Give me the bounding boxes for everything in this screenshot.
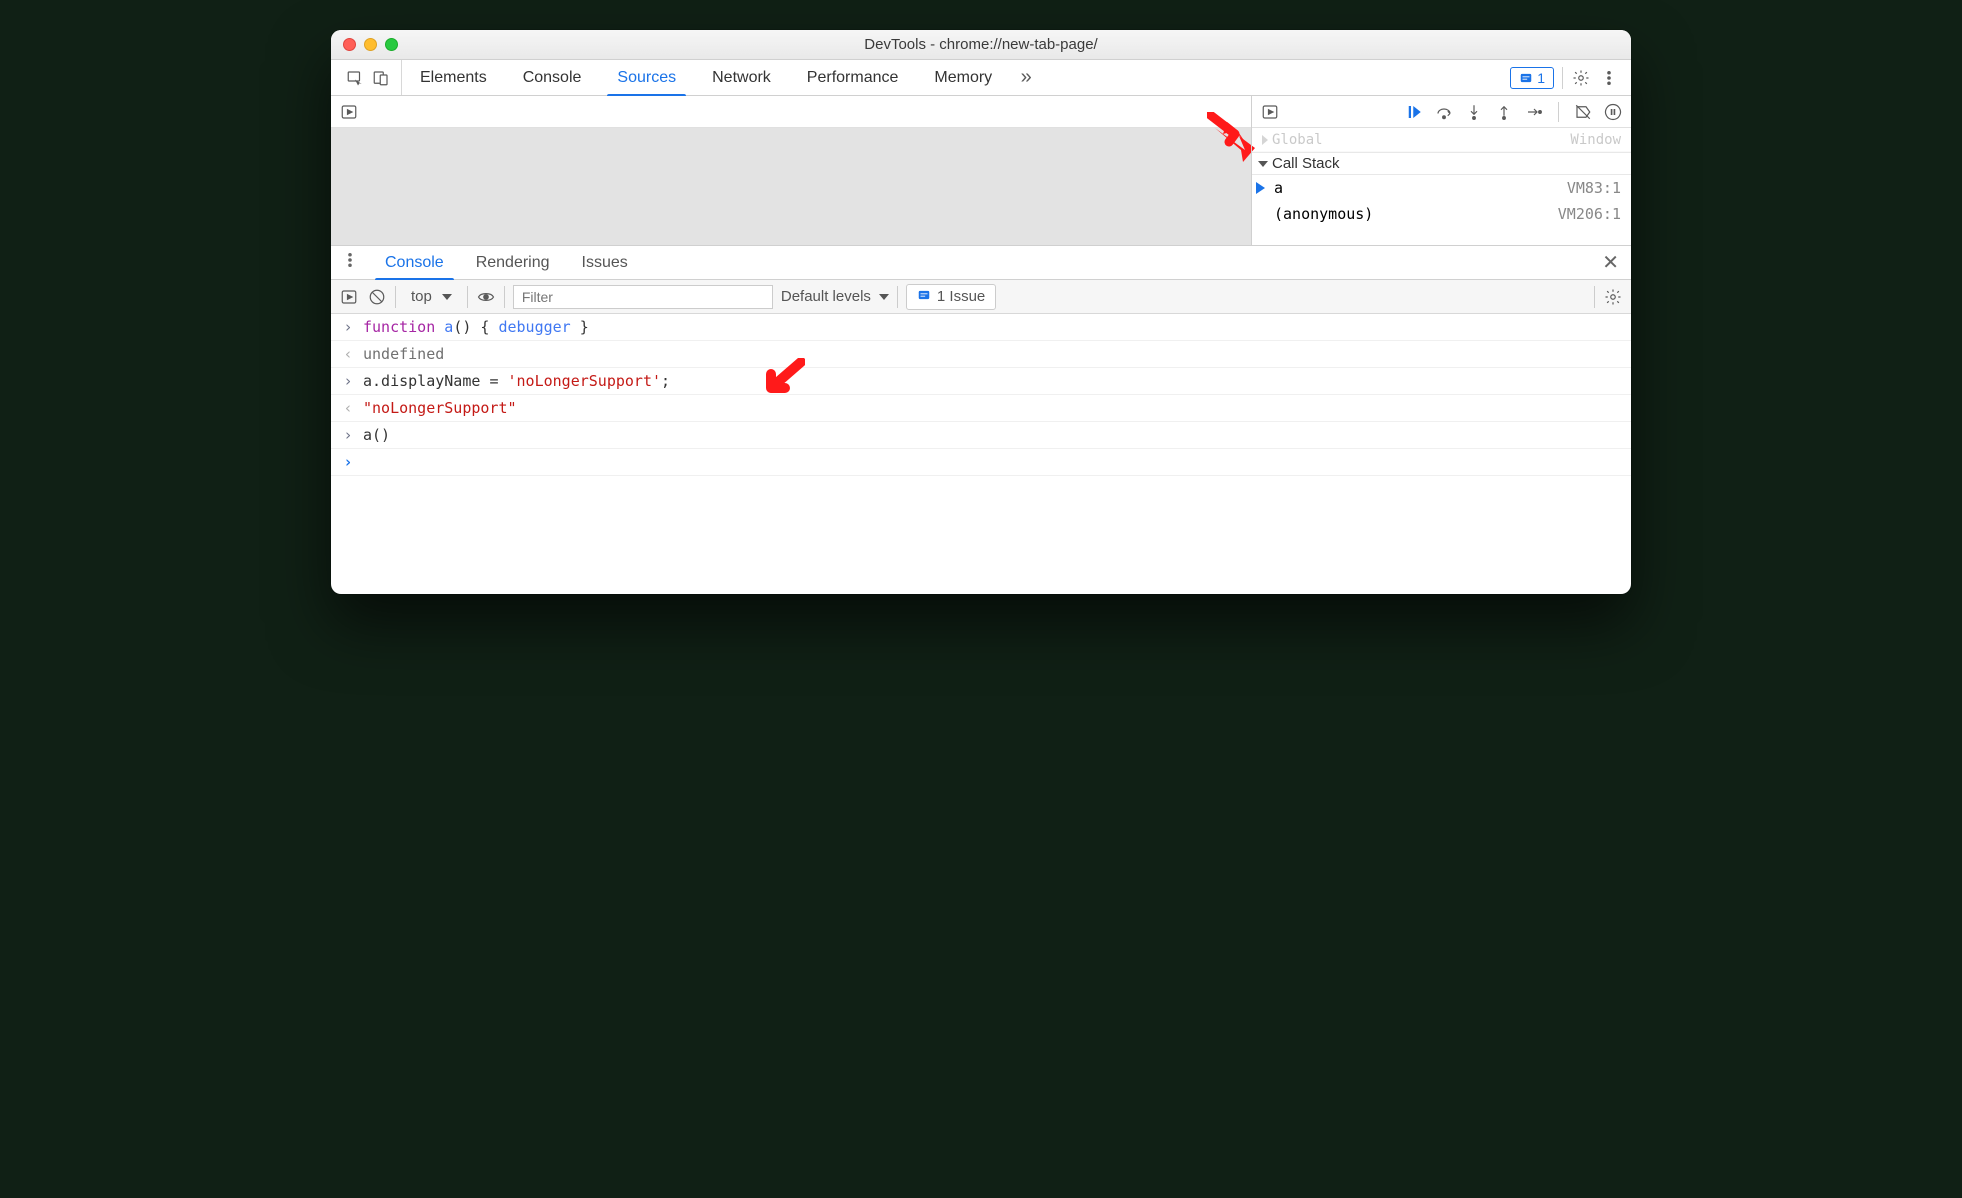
toggle-sidebar-icon[interactable] bbox=[1260, 102, 1280, 122]
frame-location: VM83:1 bbox=[1567, 179, 1621, 197]
live-expression-icon[interactable] bbox=[476, 287, 496, 307]
resume-script-icon[interactable] bbox=[1404, 102, 1424, 122]
drawer-tab-console[interactable]: Console bbox=[369, 246, 460, 279]
sources-editor-area bbox=[331, 96, 1251, 245]
call-stack-header[interactable]: Call Stack bbox=[1252, 152, 1631, 175]
main-tab-console[interactable]: Console bbox=[505, 60, 600, 95]
drawer-tab-rendering[interactable]: Rendering bbox=[460, 246, 566, 279]
context-label: top bbox=[411, 288, 432, 305]
console-code: undefined bbox=[363, 345, 444, 363]
console-line-prompt[interactable]: › bbox=[331, 449, 1631, 476]
step-over-icon[interactable] bbox=[1434, 102, 1454, 122]
pause-on-exceptions-icon[interactable] bbox=[1603, 102, 1623, 122]
step-out-icon[interactable] bbox=[1494, 102, 1514, 122]
step-icon[interactable] bbox=[1524, 102, 1544, 122]
drawer-tab-strip: ConsoleRenderingIssues ✕ bbox=[331, 246, 1631, 280]
devtools-window: DevTools - chrome://new-tab-page/ Elemen… bbox=[331, 30, 1631, 594]
console-code: a.displayName = 'noLongerSupport'; bbox=[363, 372, 670, 390]
console-gutter-icon: › bbox=[341, 318, 355, 336]
console-sidebar-toggle-icon[interactable] bbox=[339, 287, 359, 307]
main-tab-network[interactable]: Network bbox=[694, 60, 789, 95]
sources-editor-toolbar bbox=[331, 96, 1251, 128]
scope-value: Window bbox=[1570, 132, 1621, 148]
inspect-element-icon[interactable] bbox=[345, 68, 365, 88]
debugger-toolbar bbox=[1252, 96, 1631, 128]
console-code: function a() { debugger } bbox=[363, 318, 589, 336]
scope-global-row[interactable]: Global Window bbox=[1252, 128, 1631, 152]
main-tab-elements[interactable]: Elements bbox=[402, 60, 505, 95]
main-tab-memory[interactable]: Memory bbox=[916, 60, 1010, 95]
debugger-sidebar: Global Window Call Stack a VM83:1 (anonymo… bbox=[1251, 96, 1631, 245]
console-gutter-icon: ‹ bbox=[341, 345, 355, 363]
log-levels-label: Default levels bbox=[781, 288, 871, 305]
clear-console-icon[interactable] bbox=[367, 287, 387, 307]
stack-frame[interactable]: (anonymous) VM206:1 bbox=[1252, 201, 1631, 227]
frame-name: (anonymous) bbox=[1274, 205, 1373, 223]
main-tab-performance[interactable]: Performance bbox=[789, 60, 917, 95]
sources-panel: Global Window Call Stack a VM83:1 (anonymo… bbox=[331, 96, 1631, 246]
window-title: DevTools - chrome://new-tab-page/ bbox=[331, 36, 1631, 53]
issues-button-label: 1 Issue bbox=[937, 288, 985, 305]
console-code: "noLongerSupport" bbox=[363, 399, 517, 417]
close-window-button[interactable] bbox=[343, 38, 356, 51]
editor-empty-area bbox=[331, 128, 1251, 245]
main-tab-sources[interactable]: Sources bbox=[599, 60, 694, 95]
console-output[interactable]: › function a() { debugger } ‹ undefined › a.d… bbox=[331, 314, 1631, 594]
zoom-window-button[interactable] bbox=[385, 38, 398, 51]
main-tabs: ElementsConsoleSourcesNetworkPerformance… bbox=[402, 60, 1010, 95]
call-stack-title: Call Stack bbox=[1272, 155, 1340, 172]
console-gutter-icon: › bbox=[341, 426, 355, 444]
issues-button[interactable]: 1 Issue bbox=[906, 284, 996, 310]
window-titlebar: DevTools - chrome://new-tab-page/ bbox=[331, 30, 1631, 60]
drawer-close-icon[interactable]: ✕ bbox=[1590, 250, 1631, 275]
log-levels-selector[interactable]: Default levels bbox=[781, 288, 889, 305]
traffic-lights bbox=[343, 38, 398, 51]
console-line-out: ‹ undefined bbox=[331, 341, 1631, 368]
console-code: a() bbox=[363, 426, 390, 444]
settings-icon[interactable] bbox=[1571, 68, 1591, 88]
context-selector[interactable]: top bbox=[404, 285, 459, 308]
console-line-out: ‹ "noLongerSupport" bbox=[331, 395, 1631, 422]
drawer-tab-issues[interactable]: Issues bbox=[566, 246, 644, 279]
console-line-in: › a() bbox=[331, 422, 1631, 449]
stack-frame[interactable]: a VM83:1 bbox=[1252, 175, 1631, 201]
console-gutter-icon: › bbox=[341, 372, 355, 390]
filter-input[interactable] bbox=[513, 285, 773, 309]
frame-name: a bbox=[1274, 179, 1283, 197]
tabs-overflow-button[interactable]: » bbox=[1016, 68, 1036, 88]
main-tab-strip: ElementsConsoleSourcesNetworkPerformance… bbox=[331, 60, 1631, 96]
console-toolbar: top Default levels 1 Issue bbox=[331, 280, 1631, 314]
minimize-window-button[interactable] bbox=[364, 38, 377, 51]
drawer-menu-icon[interactable] bbox=[331, 251, 369, 274]
issues-chip[interactable]: 1 bbox=[1510, 67, 1554, 89]
call-stack-list: a VM83:1 (anonymous) VM206:1 bbox=[1252, 175, 1631, 227]
frame-location: VM206:1 bbox=[1558, 205, 1621, 223]
resume-content-icon[interactable] bbox=[339, 102, 359, 122]
deactivate-breakpoints-icon[interactable] bbox=[1573, 102, 1593, 122]
step-into-icon[interactable] bbox=[1464, 102, 1484, 122]
console-line-in: › function a() { debugger } bbox=[331, 314, 1631, 341]
console-gutter-icon: ‹ bbox=[341, 399, 355, 417]
issues-count: 1 bbox=[1537, 70, 1545, 86]
device-toolbar-icon[interactable] bbox=[371, 68, 391, 88]
console-settings-icon[interactable] bbox=[1603, 287, 1623, 307]
console-gutter-icon: › bbox=[341, 453, 355, 471]
kebab-menu-icon[interactable] bbox=[1599, 68, 1619, 88]
console-line-in: › a.displayName = 'noLongerSupport'; bbox=[331, 368, 1631, 395]
scope-label: Global bbox=[1272, 132, 1323, 148]
